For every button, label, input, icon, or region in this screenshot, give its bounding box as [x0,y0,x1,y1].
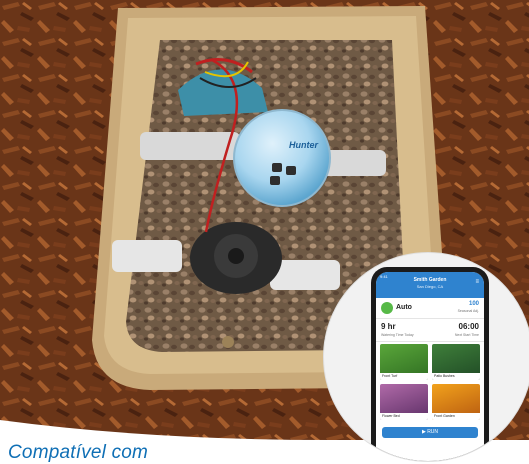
controller-location: San Diego, CA [416,284,444,289]
mode-label: Auto [396,304,412,311]
watering-time-value: 9 hr [381,322,396,331]
zone-label: Patio Bushes [432,373,480,380]
compatibility-caption: Compatível com [8,442,149,463]
next-start-value: 06:00 [458,322,479,331]
menu-icon[interactable]: ≡ [475,279,479,285]
zone-tile[interactable]: Front Garden [432,384,480,420]
app-screen: 9:41 Smith Garden San Diego, CA ≡ Auto 1… [376,272,484,461]
app-header: 9:41 Smith Garden San Diego, CA ≡ [376,272,484,298]
run-button[interactable]: ▶ RUN [382,427,478,438]
phone-app-inset: 9:41 Smith Garden San Diego, CA ≡ Auto 1… [323,252,529,462]
controller-title: Smith Garden [413,277,447,283]
next-start-label: Next Start Time [454,333,479,337]
zone-tile[interactable]: Patio Bushes [432,344,480,380]
zone-label: Flower Bed [380,413,428,420]
leaf-icon [381,302,393,314]
schedule-info-row: 9 hr Watering Time Today 06:00 Next Star… [376,319,484,342]
watering-time-label: Watering Time Today [381,333,414,337]
zone-label: Front Garden [432,413,480,420]
zone-label: Front Turf [380,373,428,380]
zone-tile[interactable]: Flower Bed [380,384,428,420]
smartphone: 9:41 Smith Garden San Diego, CA ≡ Auto 1… [371,267,489,461]
svg-text:Hunter: Hunter [289,140,318,150]
seasonal-adjust-value: 100 [468,301,479,307]
seasonal-adjust-label: Seasonal Adj. [457,309,479,313]
mode-row[interactable]: Auto 100 Seasonal Adj. [376,298,484,319]
zone-tile[interactable]: Front Turf [380,344,428,380]
